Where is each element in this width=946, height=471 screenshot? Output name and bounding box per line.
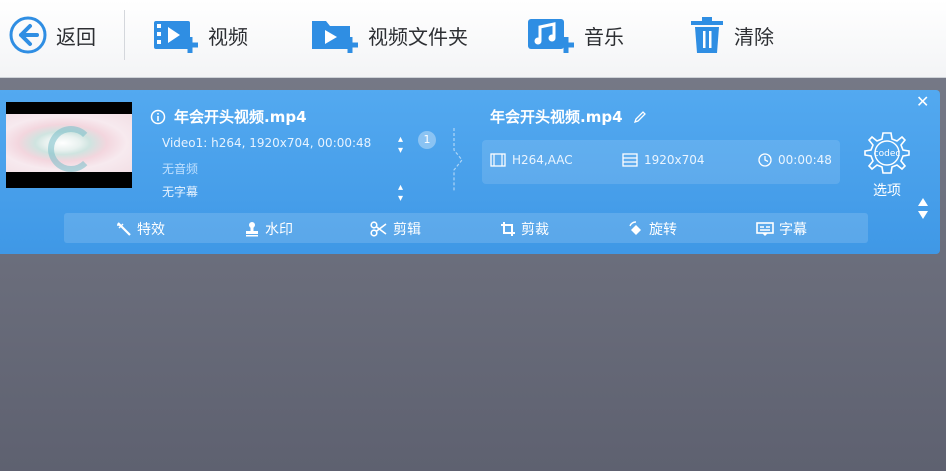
crop-button[interactable]: 剪裁 <box>500 219 549 239</box>
crop-icon <box>501 222 515 236</box>
codec-gear-icon: codec <box>864 132 910 174</box>
rotate-icon <box>629 221 641 235</box>
back-arrow-icon <box>9 16 47 54</box>
source-filename: 年会开头视频.mp4 <box>174 108 307 126</box>
video-track-info: Video1: h264, 1920x704, 00:00:48 <box>162 136 372 150</box>
subtitle-track-selector[interactable]: ▴ ▾ <box>398 182 403 204</box>
codec-options-button[interactable]: codec 选项 <box>860 130 914 200</box>
thumbnail-frame <box>6 114 132 172</box>
file-item-panel[interactable]: 年会开头视频.mp4 Video1: h264, 1920x704, 00:00… <box>0 90 940 254</box>
audio-track-info[interactable]: 无音频 <box>162 160 198 177</box>
output-info-box: H264,AAC 1920x704 00:00:48 <box>482 140 840 184</box>
output-codec-text: H264,AAC <box>512 153 573 167</box>
video-track-selector[interactable]: ▴ ▾ <box>398 134 403 156</box>
subtitle-track-info[interactable]: 无字幕 <box>162 183 198 200</box>
watermark-label: 水印 <box>265 222 293 238</box>
toolbar: 返回 视频 视频文件夹 音乐 清除 <box>0 0 946 78</box>
resolution-icon <box>622 153 638 167</box>
back-button[interactable]: 返回 <box>8 12 96 58</box>
stamp-icon <box>246 222 258 237</box>
trim-button[interactable]: 剪辑 <box>370 219 421 239</box>
reorder-arrows-icon[interactable] <box>916 196 930 222</box>
watermark-button[interactable]: 水印 <box>244 219 293 239</box>
track-count-badge: 1 <box>418 131 436 149</box>
video-folder-icon <box>312 21 358 53</box>
film-icon <box>490 153 506 167</box>
output-duration: 00:00:48 <box>758 153 832 167</box>
output-filename[interactable]: 年会开头视频.mp4 <box>490 106 623 127</box>
codec-icon-text: codec <box>874 149 901 159</box>
add-music-label: 音乐 <box>584 24 624 49</box>
close-item-button[interactable]: ✕ <box>916 92 929 111</box>
add-video-icon <box>154 21 198 53</box>
codec-options-label: 选项 <box>873 183 901 199</box>
subtitle-label: 字幕 <box>779 222 807 238</box>
clear-button[interactable]: 清除 <box>688 12 774 58</box>
rotate-label: 旋转 <box>649 222 677 238</box>
pencil-icon[interactable] <box>633 110 647 124</box>
source-title: 年会开头视频.mp4 <box>150 106 307 127</box>
scissors-icon <box>370 221 387 237</box>
conversion-chevron <box>453 128 463 192</box>
effects-button[interactable]: 特效 <box>116 219 165 239</box>
trash-icon <box>691 17 723 53</box>
output-resolution-text: 1920x704 <box>644 153 705 167</box>
effects-label: 特效 <box>137 222 165 238</box>
video-thumbnail[interactable] <box>6 102 132 188</box>
toolbar-separator <box>124 10 125 60</box>
back-label: 返回 <box>56 24 96 49</box>
add-folder-button[interactable]: 视频文件夹 <box>310 12 468 58</box>
output-title: 年会开头视频.mp4 <box>490 106 647 127</box>
magic-wand-icon <box>117 222 131 236</box>
add-folder-label: 视频文件夹 <box>368 24 468 49</box>
output-duration-text: 00:00:48 <box>778 153 832 167</box>
add-video-button[interactable]: 视频 <box>152 12 248 58</box>
trim-label: 剪辑 <box>393 222 421 238</box>
subtitle-button[interactable]: 字幕 <box>756 219 807 239</box>
add-music-icon <box>528 19 574 53</box>
add-video-label: 视频 <box>208 24 248 49</box>
info-icon[interactable] <box>150 109 166 125</box>
crop-label: 剪裁 <box>521 222 549 238</box>
subtitle-icon <box>756 222 774 236</box>
add-music-button[interactable]: 音乐 <box>526 12 624 58</box>
edit-toolbar: 特效 水印 剪辑 剪裁 旋转 字幕 <box>64 213 868 243</box>
rotate-button[interactable]: 旋转 <box>628 219 677 239</box>
output-codec: H264,AAC <box>490 153 573 167</box>
output-resolution: 1920x704 <box>622 153 705 167</box>
clock-icon <box>758 153 772 167</box>
clear-label: 清除 <box>734 24 774 49</box>
